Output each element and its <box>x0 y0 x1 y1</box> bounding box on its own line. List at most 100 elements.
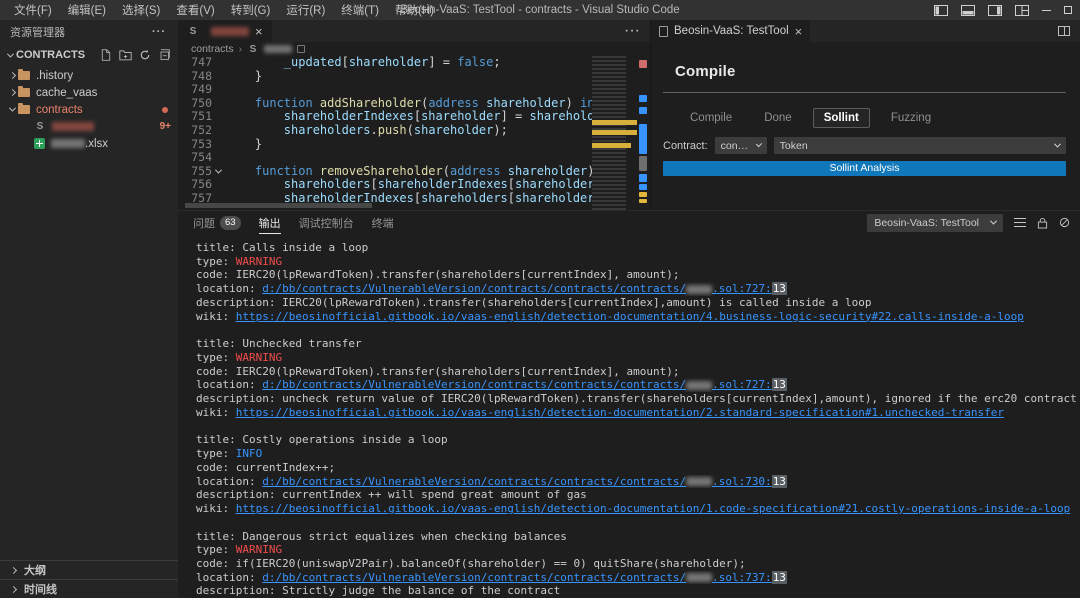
location-link[interactable]: d:/bb/contracts/VulnerableVersion/contra… <box>262 571 771 584</box>
bottom-panel: 问题63 输出调试控制台终端 Beosin-VaaS: TestTool titl… <box>178 210 1080 598</box>
code-line-751[interactable]: 751 shareholderIndexes[shareholder] = sh… <box>178 110 650 124</box>
explorer-section-contracts[interactable]: CONTRACTS <box>0 44 178 66</box>
wiki-link[interactable]: https://beosinofficial.gitbook.io/vaas-e… <box>236 406 1004 419</box>
location-link[interactable]: d:/bb/contracts/VulnerableVersion/contra… <box>262 475 771 488</box>
chevron-down-icon <box>4 53 16 58</box>
customize-layout-icon[interactable] <box>1015 5 1029 16</box>
location-link[interactable]: d:/bb/contracts/VulnerableVersion/contra… <box>262 282 771 295</box>
explorer-header: 资源管理器 ··· <box>0 20 178 44</box>
clear-output-icon[interactable] <box>1059 217 1070 228</box>
contract-select[interactable]: Token <box>774 137 1066 154</box>
more-actions-icon[interactable]: ··· <box>624 22 640 40</box>
tree-item-label: .xlsx <box>85 138 108 150</box>
minimap[interactable] <box>592 56 637 210</box>
explorer-more-icon[interactable]: ··· <box>152 26 166 38</box>
vaas-tool-tab[interactable]: Beosin-VaaS: TestTool × <box>651 20 810 42</box>
horizontal-scrollbar[interactable] <box>185 203 372 208</box>
code-area[interactable]: 747 _updated[shareholder] = false;748 }7… <box>178 56 650 210</box>
tree-item-cache_vaas[interactable]: cache_vaas <box>0 84 178 101</box>
panel-tab[interactable]: 终端 <box>372 211 394 234</box>
code-text: shareholders[shareholderIndexes[sharehol… <box>226 178 650 192</box>
tree-item-xlsx[interactable]: .xlsx <box>0 135 178 152</box>
menu-item[interactable]: 查看(V) <box>168 0 222 20</box>
wiki-link[interactable]: https://beosinofficial.gitbook.io/vaas-e… <box>236 502 1070 515</box>
panel-controls: Beosin-VaaS: TestTool <box>867 214 1080 232</box>
finding-title: title: Costly operations inside a loop <box>196 433 1080 447</box>
toggle-sidebar-icon[interactable] <box>934 5 948 16</box>
redacted-filename <box>211 27 249 36</box>
split-editor-icon[interactable] <box>1058 26 1070 36</box>
code-lines: 747 _updated[shareholder] = false;748 }7… <box>178 56 650 206</box>
severity-label: WARNING <box>236 351 282 364</box>
line-number: 755 <box>178 165 212 179</box>
breadcrumb-folder[interactable]: contracts <box>191 43 234 55</box>
tree-item-history[interactable]: .history <box>0 67 178 84</box>
window-title: Beosin-VaaS: TestTool - contracts - Visu… <box>400 4 679 16</box>
vaas-tab-done[interactable]: Done <box>753 108 803 128</box>
code-line-748[interactable]: 748 } <box>178 70 650 84</box>
toggle-secondary-sidebar-icon[interactable] <box>988 5 1002 16</box>
tree-item-contracts[interactable]: contracts <box>0 101 178 118</box>
finding-title: title: Calls inside a loop <box>196 241 1080 255</box>
code-line-753[interactable]: 753 } <box>178 138 650 152</box>
code-line-750[interactable]: 750 function addShareholder(address shar… <box>178 97 650 111</box>
close-tab-icon[interactable]: × <box>255 25 263 38</box>
code-line-752[interactable]: 752 shareholders.push(shareholder); <box>178 124 650 138</box>
timeline-section[interactable]: 时间线 <box>0 579 178 598</box>
location-link[interactable]: d:/bb/contracts/VulnerableVersion/contra… <box>262 378 771 391</box>
vaas-tab-fuzzing[interactable]: Fuzzing <box>880 108 942 128</box>
sollint-analysis-button[interactable]: Sollint Analysis <box>663 161 1066 176</box>
editor-group: S × ··· contracts › S 747 _updated[share… <box>178 20 650 210</box>
finding-type: type: WARNING <box>196 543 1080 557</box>
output-channel-select[interactable]: Beosin-VaaS: TestTool <box>867 214 1003 232</box>
section-title: CONTRACTS <box>16 49 85 61</box>
new-folder-icon[interactable] <box>119 49 132 61</box>
wiki-link[interactable]: https://beosinofficial.gitbook.io/vaas-e… <box>236 310 1024 323</box>
lock-scroll-icon[interactable] <box>1037 217 1048 229</box>
collapse-all-icon[interactable] <box>158 49 170 61</box>
editor-tab-sol-file[interactable]: S × <box>178 20 272 42</box>
code-line-749[interactable]: 749 <box>178 83 650 97</box>
menu-item[interactable]: 文件(F) <box>6 0 60 20</box>
panel-tab[interactable]: 调试控制台 <box>299 211 354 234</box>
tree-item-label: contracts <box>36 104 83 116</box>
menu-item[interactable]: 终端(T) <box>333 0 387 20</box>
fold-icon[interactable] <box>212 165 225 179</box>
panel-tab[interactable]: 问题63 <box>193 211 241 234</box>
code-line-747[interactable]: 747 _updated[shareholder] = false; <box>178 56 650 70</box>
code-text: shareholderIndexes[shareholder] = shareh… <box>226 110 650 124</box>
output-log[interactable]: title: Calls inside a looptype: WARNINGc… <box>178 234 1080 598</box>
tree-item-redacted-file[interactable]: S9+ <box>0 118 178 135</box>
menu-item[interactable]: 转到(G) <box>223 0 279 20</box>
chevron-down-icon <box>6 107 18 112</box>
new-file-icon[interactable] <box>100 49 112 61</box>
menu-item[interactable]: 编辑(E) <box>60 0 114 20</box>
minimize-icon[interactable] <box>1042 10 1051 11</box>
panel-tab[interactable]: 输出 <box>259 211 281 234</box>
refresh-icon[interactable] <box>139 49 151 61</box>
output-filter-icon[interactable] <box>1014 218 1026 227</box>
menu-item[interactable]: 运行(R) <box>278 0 333 20</box>
finding-type: type: WARNING <box>196 351 1080 365</box>
vscode-window: 文件(F)编辑(E)选择(S)查看(V)转到(G)运行(R)终端(T)帮助(H)… <box>0 0 1080 598</box>
code-line-755[interactable]: 755 function removeShareholder(address s… <box>178 165 650 179</box>
menu-item[interactable]: 选择(S) <box>114 0 168 20</box>
line-number: 756 <box>178 178 212 192</box>
chevron-right-icon <box>6 90 18 95</box>
code-text: shareholders.push(shareholder); <box>226 124 508 138</box>
toggle-panel-icon[interactable] <box>961 5 975 16</box>
vaas-tab-sollint[interactable]: Sollint <box>813 108 870 128</box>
maximize-icon[interactable] <box>1064 6 1072 14</box>
contract-scope-select[interactable]: contra... <box>715 137 767 154</box>
finding-block: title: Calls inside a looptype: WARNINGc… <box>196 241 1080 323</box>
code-line-754[interactable]: 754 <box>178 151 650 165</box>
close-tab-icon[interactable]: × <box>795 25 803 38</box>
gutter-space <box>212 138 225 152</box>
code-line-756[interactable]: 756 shareholders[shareholderIndexes[shar… <box>178 178 650 192</box>
modified-dot-badge <box>162 107 168 113</box>
outline-section[interactable]: 大纲 <box>0 560 178 579</box>
breadcrumb[interactable]: contracts › S <box>178 42 650 56</box>
tree-item-label: cache_vaas <box>36 87 97 99</box>
webview-file-icon <box>659 26 668 37</box>
vaas-tab-compile[interactable]: Compile <box>679 108 743 128</box>
